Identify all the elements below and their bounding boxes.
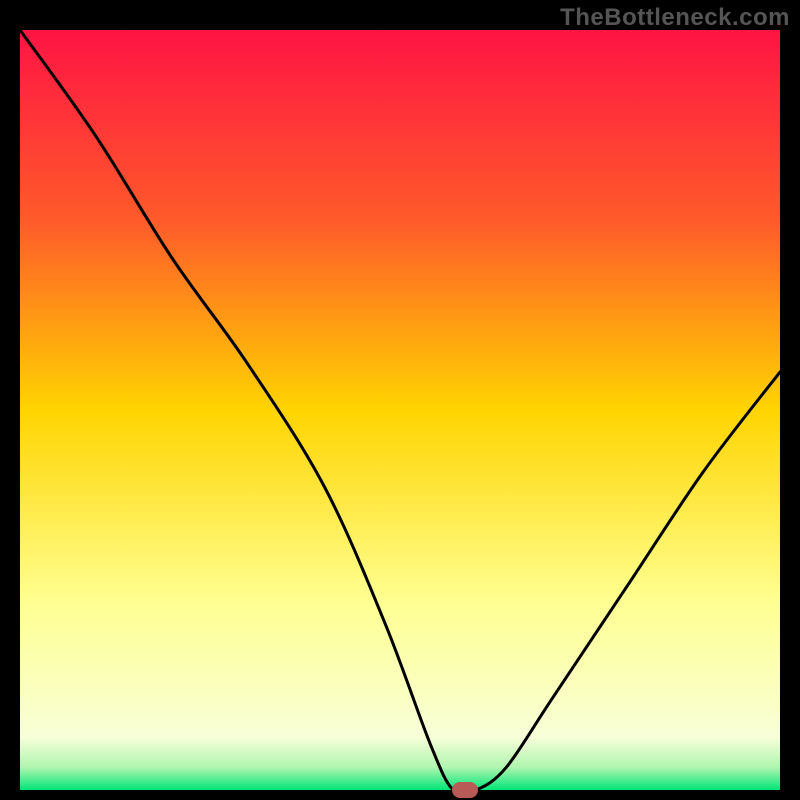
gradient-bg (20, 30, 780, 790)
watermark-text: TheBottleneck.com (560, 4, 790, 32)
plot-area (20, 30, 780, 790)
chart-frame: TheBottleneck.com (0, 0, 800, 800)
plot-svg (20, 30, 780, 790)
optimal-marker (452, 782, 478, 798)
